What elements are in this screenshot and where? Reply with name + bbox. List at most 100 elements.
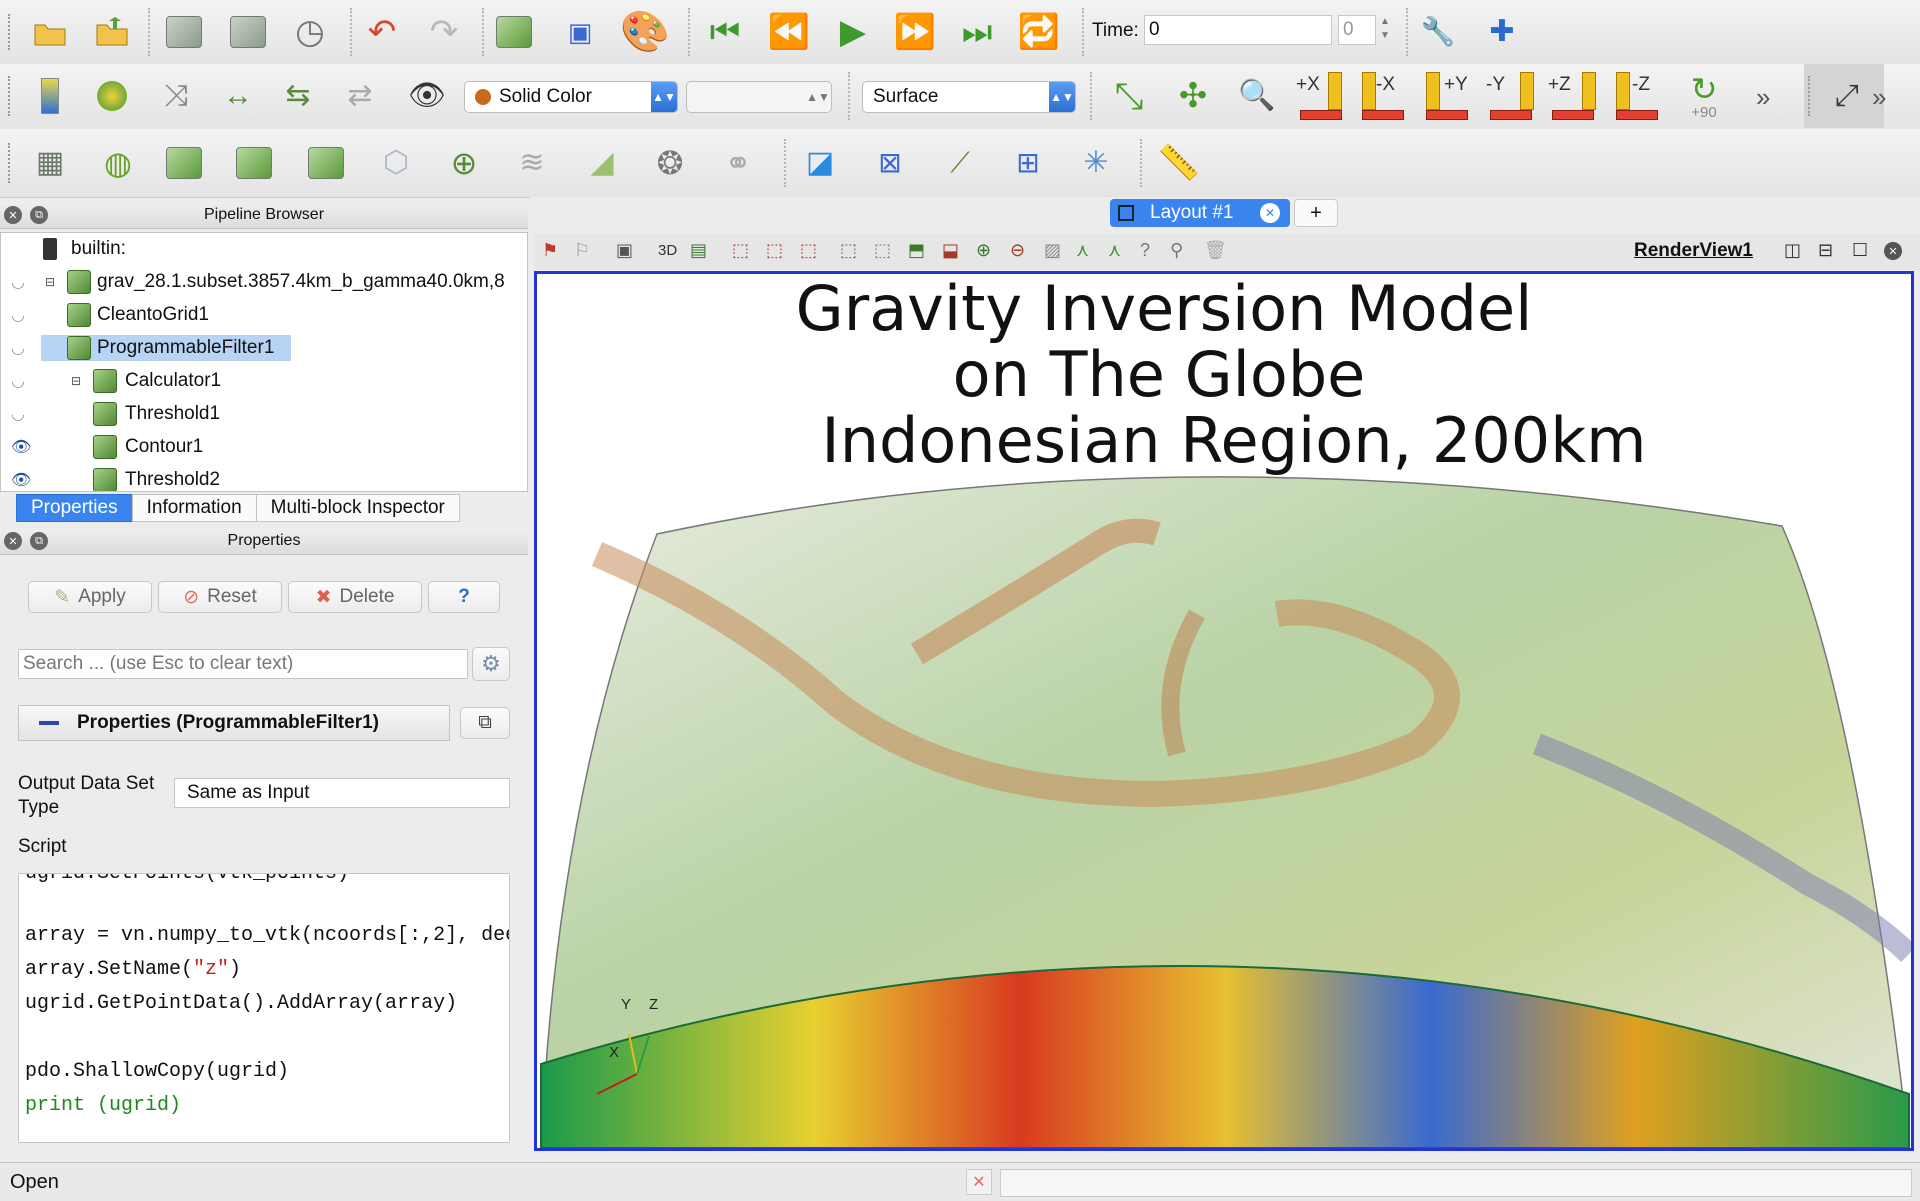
help-button[interactable]: ?: [428, 581, 500, 613]
pipeline-item[interactable]: ◡ ⊟ Calculator1: [1, 366, 527, 396]
eye-hidden-icon[interactable]: ◡: [11, 404, 33, 424]
script-editor[interactable]: ugrid.SetPoints(vtk_points) array = vn.n…: [18, 873, 510, 1143]
collapse-icon[interactable]: ⊟: [71, 374, 81, 388]
representation-dropdown[interactable]: Surface ▲▼: [862, 81, 1076, 113]
timer-icon[interactable]: ◷: [290, 12, 330, 52]
extract-selection-icon[interactable]: ◪: [798, 143, 842, 183]
plot-over-line-icon[interactable]: ⟋: [938, 143, 982, 183]
view-plus-z-button[interactable]: +Z: [1548, 72, 1600, 124]
component-dropdown[interactable]: ▲▼: [686, 81, 832, 113]
view-plus-x-button[interactable]: +X: [1296, 72, 1348, 124]
collapse-icon[interactable]: ⊟: [45, 275, 55, 289]
toolbar-grip[interactable]: [8, 143, 14, 183]
toolbar-overflow-icon[interactable]: »: [1872, 82, 1886, 113]
search-input[interactable]: Search ... (use Esc to clear text): [18, 649, 468, 679]
rescale-custom-icon[interactable]: ↔: [216, 76, 260, 116]
eye-visible-icon[interactable]: 👁: [11, 470, 33, 490]
select-points-icon[interactable]: ⬚: [766, 240, 783, 261]
close-tab-icon[interactable]: ✕: [1260, 203, 1280, 223]
undo-icon[interactable]: ↶: [362, 12, 402, 52]
add-camera-link-icon[interactable]: ✚: [1480, 8, 1524, 56]
view-settings-icon[interactable]: ⚐: [574, 240, 590, 261]
connect-server-icon[interactable]: [164, 12, 204, 52]
timestep-spinbox[interactable]: 0: [1338, 15, 1376, 45]
view-plus-y-button[interactable]: +Y: [1422, 72, 1474, 124]
close-panel-icon[interactable]: ✕: [4, 206, 22, 224]
open-folder-icon[interactable]: [30, 14, 70, 50]
eye-hidden-icon[interactable]: ◡: [11, 338, 33, 358]
toolbar-grip[interactable]: [8, 14, 14, 50]
pipeline-item[interactable]: ◡ CleantoGrid1: [1, 300, 527, 330]
threshold-icon[interactable]: [306, 143, 346, 183]
capture-view-icon[interactable]: ⚑: [542, 240, 558, 261]
output-type-dropdown[interactable]: Same as Input: [174, 778, 510, 808]
grow-selection-icon[interactable]: ⊕: [976, 240, 991, 261]
palette-icon[interactable]: 🎨: [620, 8, 670, 56]
copy-properties-button[interactable]: ⧉: [460, 707, 510, 739]
view-minus-z-button[interactable]: -Z: [1612, 72, 1664, 124]
camera-undo-icon[interactable]: ▤: [690, 240, 707, 261]
last-frame-icon[interactable]: ⏭: [952, 12, 1002, 52]
stream-tracer-icon[interactable]: ≋: [512, 143, 552, 183]
toolbar-grip[interactable]: [1808, 76, 1814, 116]
find-data-icon[interactable]: 🔧: [1416, 8, 1460, 56]
layout-tab[interactable]: Layout #1 ✕: [1110, 199, 1290, 227]
reset-range-icon[interactable]: ⤨: [156, 76, 196, 116]
color-legend-icon[interactable]: [30, 76, 70, 116]
loop-icon[interactable]: 🔁: [1014, 12, 1064, 52]
advanced-settings-button[interactable]: ⚙: [472, 647, 510, 681]
pipeline-item-builtin[interactable]: builtin:: [1, 234, 527, 264]
time-input[interactable]: 0: [1144, 15, 1332, 45]
visible-range-icon[interactable]: 👁: [402, 76, 452, 116]
load-state-icon[interactable]: [92, 14, 132, 50]
add-layout-tab-button[interactable]: +: [1294, 199, 1338, 227]
pipeline-item-selected[interactable]: ◡ ProgrammableFilter1: [1, 333, 527, 363]
extract-subset-icon[interactable]: ⬡: [376, 143, 416, 183]
clip-icon[interactable]: [164, 143, 204, 183]
eye-visible-icon[interactable]: 👁: [11, 437, 33, 457]
float-panel-icon[interactable]: ⧉: [30, 532, 48, 550]
group-datasets-icon[interactable]: ❂: [648, 143, 692, 183]
reset-camera-icon[interactable]: ⤡: [1104, 74, 1154, 118]
apply-button[interactable]: ✎ Apply: [28, 581, 152, 613]
toolbar-overflow-icon[interactable]: »: [1756, 82, 1770, 113]
interactive-select-icon[interactable]: ⬒: [908, 240, 925, 261]
edit-color-map-icon[interactable]: [92, 76, 132, 116]
calculator-icon[interactable]: ▦: [30, 143, 70, 183]
close-panel-icon[interactable]: ✕: [4, 532, 22, 550]
warp-by-vector-icon[interactable]: ◢: [580, 143, 624, 183]
properties-section-header[interactable]: Properties (ProgrammableFilter1): [18, 705, 450, 741]
color-by-dropdown[interactable]: Solid Color ▲▼: [464, 81, 678, 113]
edit-labels-icon[interactable]: ⋏: [1076, 240, 1089, 261]
reset-camera-icon[interactable]: [494, 12, 534, 52]
plot-selection-over-time-icon[interactable]: ⊠: [868, 143, 912, 183]
render-view[interactable]: Gravity Inversion Model on The Globe Ind…: [534, 271, 1914, 1151]
camera-icon[interactable]: ▣: [616, 240, 633, 261]
tab-properties[interactable]: Properties: [16, 494, 133, 522]
tab-multiblock-inspector[interactable]: Multi-block Inspector: [255, 494, 460, 522]
zoom-data-icon[interactable]: ▣: [560, 12, 600, 52]
select-cells-icon[interactable]: ⬚: [732, 240, 749, 261]
maximize-icon[interactable]: ☐: [1852, 240, 1868, 261]
play-icon[interactable]: ▶: [828, 12, 878, 52]
timestep-stepper[interactable]: ▲ ▼: [1378, 15, 1392, 45]
rescale-visible-icon[interactable]: ⇄: [338, 76, 382, 116]
query-icon[interactable]: ?: [1140, 240, 1150, 261]
eye-hidden-icon[interactable]: ◡: [11, 371, 33, 391]
center-rotation-icon[interactable]: ✣: [1168, 74, 1218, 118]
toggle-labels-icon[interactable]: ⋏: [1108, 240, 1121, 261]
close-icon[interactable]: ✕: [966, 1169, 992, 1195]
split-horizontal-icon[interactable]: ◫: [1784, 240, 1801, 261]
eye-hidden-icon[interactable]: ◡: [11, 305, 33, 325]
select-block-icon[interactable]: ⬚: [840, 240, 857, 261]
pipeline-item[interactable]: ◡ Threshold1: [1, 399, 527, 429]
select-polygon-icon[interactable]: ⬚: [874, 240, 891, 261]
slice-icon[interactable]: [234, 143, 274, 183]
split-vertical-icon[interactable]: ⊟: [1818, 240, 1833, 261]
eye-hidden-icon[interactable]: ◡: [11, 272, 33, 292]
next-frame-icon[interactable]: ⏩: [890, 12, 940, 52]
zoom-to-box-icon[interactable]: 🔍: [1232, 74, 1282, 118]
toolbar-grip[interactable]: [8, 76, 14, 116]
hover-cells-icon[interactable]: ▨: [1044, 240, 1061, 261]
rotate-90-button[interactable]: ↻ +90: [1676, 70, 1732, 122]
